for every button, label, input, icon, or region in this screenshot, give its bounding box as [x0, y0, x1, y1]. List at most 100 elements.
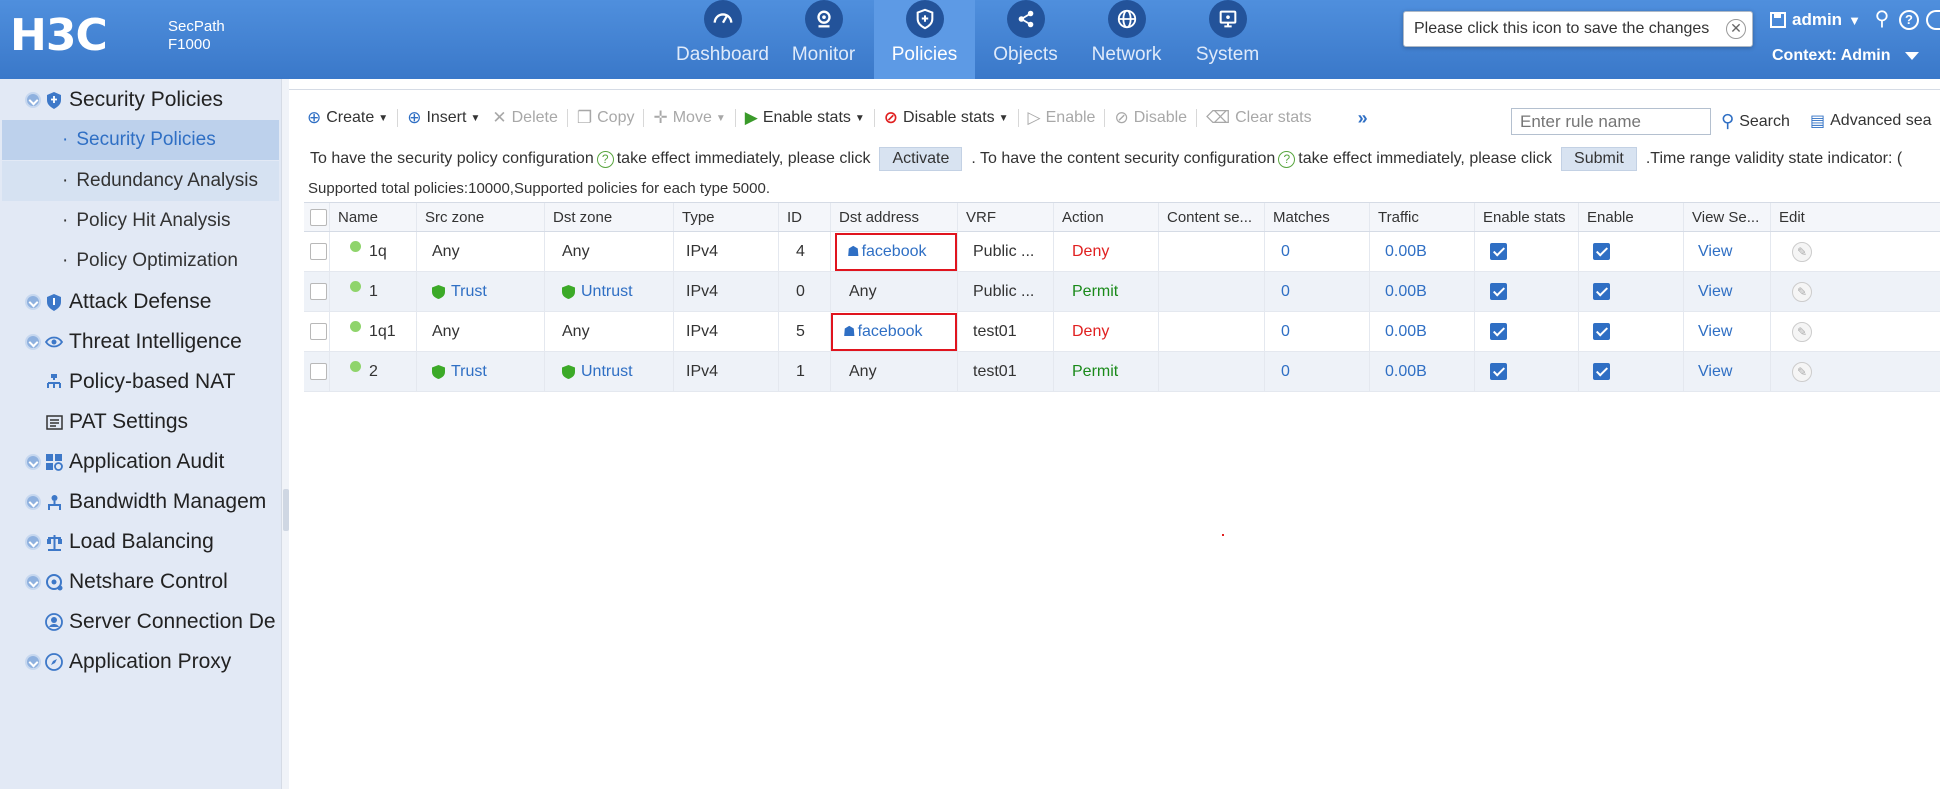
traffic-cell[interactable]: 0.00B [1370, 352, 1475, 391]
nav-tab-dashboard[interactable]: Dashboard [672, 0, 773, 79]
column-header-src-zone[interactable]: Src zone [417, 203, 545, 231]
expand-icon[interactable] [25, 92, 41, 108]
enable-stats-button[interactable]: ▶ Enable stats ▼ [739, 108, 871, 128]
enable-button[interactable]: ▷ Enable [1022, 108, 1102, 128]
sidebar-item-bandwidth-management[interactable]: Bandwidth Managem [0, 482, 281, 522]
enable-stats-checkbox[interactable] [1490, 363, 1507, 380]
help-icon[interactable]: ? [596, 150, 614, 168]
dst-zone-link[interactable]: Untrust [581, 283, 633, 301]
search-button[interactable]: ⚲ Search [1721, 111, 1790, 132]
dst-address-highlight[interactable]: ☗ facebook [835, 232, 957, 271]
edit-pencil-icon[interactable]: ✎ [1792, 241, 1812, 262]
sidebar-subitem-security-policies[interactable]: · Security Policies [2, 120, 279, 160]
advanced-search-button[interactable]: ▤ Advanced sea [1810, 111, 1932, 131]
expand-icon[interactable] [25, 534, 41, 550]
insert-button[interactable]: ⊕ Insert ▼ [401, 108, 486, 128]
sidebar-subitem-policy-hit-analysis[interactable]: · Policy Hit Analysis [2, 201, 279, 241]
column-header-view-security[interactable]: View Se... [1684, 203, 1771, 231]
expand-icon[interactable] [25, 494, 41, 510]
column-header-id[interactable]: ID [779, 203, 831, 231]
context-label[interactable]: Context: Admin [1772, 47, 1891, 65]
src-zone-link[interactable]: Trust [451, 363, 487, 381]
column-header-enable[interactable]: Enable [1579, 203, 1684, 231]
enable-stats-checkbox[interactable] [1490, 243, 1507, 260]
sidebar-item-application-audit[interactable]: Application Audit [0, 442, 281, 482]
column-header-enable-stats[interactable]: Enable stats [1475, 203, 1579, 231]
dst-address-link[interactable]: facebook [862, 243, 927, 261]
dst-zone-link[interactable]: Untrust [581, 363, 633, 381]
sidebar-subitem-redundancy-analysis[interactable]: · Redundancy Analysis [2, 161, 279, 201]
column-header-edit[interactable]: Edit [1771, 203, 1940, 231]
enable-checkbox[interactable] [1593, 243, 1610, 260]
disable-stats-button[interactable]: ⊘ Disable stats ▼ [878, 108, 1015, 128]
help-icon[interactable]: ? [1899, 10, 1919, 30]
clear-stats-button[interactable]: ⌫ Clear stats [1200, 108, 1318, 128]
copy-button[interactable]: ❐ Copy [571, 108, 641, 128]
column-header-vrf[interactable]: VRF [958, 203, 1054, 231]
edit-pencil-icon[interactable]: ✎ [1792, 361, 1812, 382]
row-checkbox[interactable] [310, 363, 327, 380]
table-row[interactable]: 1q Any Any IPv4 4 ☗ facebook Public ... D… [304, 232, 1940, 272]
sidebar-item-application-proxy[interactable]: Application Proxy [0, 642, 281, 682]
create-button[interactable]: ⊕ Create ▼ [301, 108, 394, 128]
close-icon[interactable]: ✕ [1726, 19, 1746, 39]
expand-icon[interactable] [25, 334, 41, 350]
table-row[interactable]: 2 Trust Untrust IPv4 1 Any test01 Permit… [304, 352, 1940, 392]
select-all-checkbox[interactable] [310, 208, 327, 226]
column-header-content-security[interactable]: Content se... [1159, 203, 1265, 231]
rule-name-search-input[interactable] [1511, 108, 1711, 135]
traffic-cell[interactable]: 0.00B [1370, 312, 1475, 351]
row-checkbox[interactable] [310, 243, 327, 260]
nav-tab-objects[interactable]: Objects [975, 0, 1076, 79]
view-security-link[interactable]: View [1684, 232, 1771, 271]
expand-icon[interactable] [25, 294, 41, 310]
sidebar-item-pat-settings[interactable]: PAT Settings [0, 402, 281, 442]
dst-zone-cell[interactable]: Untrust [545, 272, 674, 311]
search-icon[interactable]: ⚲ [1872, 9, 1892, 30]
expand-icon[interactable] [25, 574, 41, 590]
sidebar-subitem-policy-optimization[interactable]: · Policy Optimization [2, 241, 279, 281]
sidebar-item-threat-intelligence[interactable]: Threat Intelligence [0, 322, 281, 362]
traffic-cell[interactable]: 0.00B [1370, 232, 1475, 271]
info-icon[interactable] [1926, 10, 1940, 30]
view-security-link[interactable]: View [1684, 352, 1771, 391]
enable-checkbox[interactable] [1593, 283, 1610, 300]
sidebar-splitter[interactable] [281, 79, 289, 789]
user-menu[interactable]: admin ▼ [1770, 10, 1861, 30]
activate-button[interactable]: Activate [879, 147, 963, 171]
nav-tab-system[interactable]: System [1177, 0, 1278, 79]
column-header-type[interactable]: Type [674, 203, 779, 231]
dst-address-highlight[interactable]: ☗ facebook [831, 312, 957, 351]
sidebar-item-security-policies[interactable]: Security Policies [0, 80, 281, 120]
matches-cell[interactable]: 0 [1265, 352, 1370, 391]
chevron-down-icon[interactable] [1905, 52, 1919, 60]
help-icon[interactable]: ? [1278, 150, 1296, 168]
expand-icon[interactable] [25, 654, 41, 670]
column-header-traffic[interactable]: Traffic [1370, 203, 1475, 231]
sidebar-item-policy-based-nat[interactable]: Policy-based NAT [0, 362, 281, 402]
sidebar-item-server-connection[interactable]: Server Connection De [0, 602, 281, 642]
row-checkbox[interactable] [310, 283, 327, 300]
matches-cell[interactable]: 0 [1265, 232, 1370, 271]
view-security-link[interactable]: View [1684, 272, 1771, 311]
nav-tab-network[interactable]: Network [1076, 0, 1177, 79]
save-icon[interactable] [1770, 12, 1786, 28]
sidebar-item-attack-defense[interactable]: Attack Defense [0, 282, 281, 322]
src-zone-cell[interactable]: Trust [417, 352, 545, 391]
disable-button[interactable]: ⊘ Disable [1108, 108, 1193, 128]
enable-checkbox[interactable] [1593, 363, 1610, 380]
column-header-action[interactable]: Action [1054, 203, 1159, 231]
column-header-matches[interactable]: Matches [1265, 203, 1370, 231]
sidebar-item-netshare-control[interactable]: Netshare Control [0, 562, 281, 602]
delete-button[interactable]: ✕ Delete [486, 108, 564, 128]
src-zone-link[interactable]: Trust [451, 283, 487, 301]
edit-pencil-icon[interactable]: ✎ [1792, 281, 1812, 302]
edit-pencil-icon[interactable]: ✎ [1792, 321, 1812, 342]
nav-tab-policies[interactable]: Policies [874, 0, 975, 79]
traffic-cell[interactable]: 0.00B [1370, 272, 1475, 311]
sidebar-item-load-balancing[interactable]: Load Balancing [0, 522, 281, 562]
enable-checkbox[interactable] [1593, 323, 1610, 340]
dst-address-link[interactable]: facebook [858, 323, 923, 341]
table-row[interactable]: 1q1 Any Any IPv4 5 ☗ facebook test01 Deny… [304, 312, 1940, 352]
nav-tab-monitor[interactable]: Monitor [773, 0, 874, 79]
